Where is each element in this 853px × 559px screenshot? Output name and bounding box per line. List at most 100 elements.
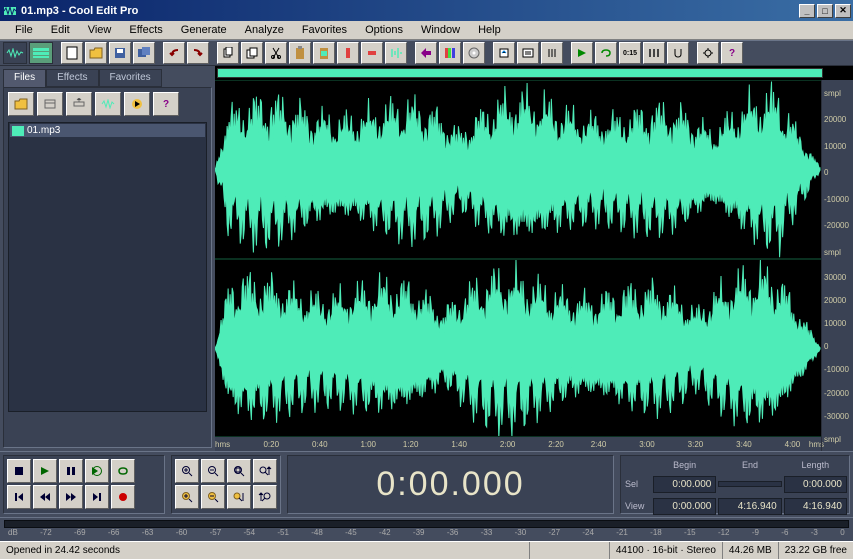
sel-length[interactable]: 0:00.000 — [784, 476, 847, 493]
redo-button[interactable] — [187, 42, 209, 64]
new-button[interactable] — [61, 42, 83, 64]
props-button[interactable] — [517, 42, 539, 64]
help-panel-button[interactable]: ? — [153, 92, 179, 116]
maximize-button[interactable]: □ — [817, 4, 833, 18]
copy-new-button[interactable] — [217, 42, 239, 64]
tab-effects[interactable]: Effects — [46, 69, 98, 87]
time-ruler[interactable]: hms0:200:401:001:201:402:002:202:403:003… — [215, 437, 821, 451]
status-message: Opened in 24.42 seconds — [0, 542, 530, 559]
snap-button[interactable] — [667, 42, 689, 64]
spectral-button[interactable] — [439, 42, 461, 64]
waveform-icon — [12, 126, 24, 136]
zoom-to-selection-button[interactable] — [253, 459, 277, 483]
sel-end[interactable] — [718, 481, 781, 487]
zoom-in-v-button[interactable] — [175, 485, 199, 509]
zoom-out-v-button[interactable] — [201, 485, 225, 509]
zoom-in-button[interactable] — [175, 459, 199, 483]
zoom-controls — [171, 455, 281, 514]
edit-view-mode[interactable] — [3, 42, 27, 64]
time-display[interactable]: 0:00.000 — [287, 455, 614, 514]
sel-label: Sel — [623, 479, 651, 489]
save-button[interactable] — [109, 42, 131, 64]
close-file-button[interactable] — [37, 92, 63, 116]
trim-button[interactable] — [337, 42, 359, 64]
workspace: FilesEffectsFavorites ? 01.mp3 — [0, 66, 853, 451]
menu-window[interactable]: Window — [412, 22, 469, 38]
status-free: 23.22 GB free — [779, 542, 853, 559]
file-item[interactable]: 01.mp3 — [10, 124, 205, 137]
go-start-button[interactable] — [7, 485, 31, 509]
menu-file[interactable]: File — [6, 22, 42, 38]
paste-button[interactable] — [289, 42, 311, 64]
transport-controls — [3, 455, 165, 514]
pause-button[interactable] — [59, 459, 83, 483]
help-button-tb[interactable]: ? — [721, 42, 743, 64]
menu-analyze[interactable]: Analyze — [236, 22, 293, 38]
sel-begin[interactable]: 0:00.000 — [653, 476, 716, 493]
menu-favorites[interactable]: Favorites — [293, 22, 356, 38]
zoom-sel-left-button[interactable] — [227, 485, 251, 509]
range-panel: Begin End Length Sel 0:00.000 0:00.000 V… — [620, 455, 850, 514]
menu-generate[interactable]: Generate — [172, 22, 236, 38]
status-format: 44100 · 16-bit · Stereo — [610, 542, 723, 559]
convert-button[interactable] — [415, 42, 437, 64]
time-format-button[interactable]: 0:15 — [619, 42, 641, 64]
waveform-left-channel[interactable] — [215, 80, 821, 259]
tab-files[interactable]: Files — [3, 69, 46, 87]
level-meter[interactable]: dB-72-69-66-63-60-57-54-51-48-45-42-39-3… — [0, 517, 853, 541]
edit-file-button[interactable] — [95, 92, 121, 116]
import-file-button[interactable] — [8, 92, 34, 116]
batch-button[interactable] — [133, 42, 155, 64]
insert-track-button[interactable] — [66, 92, 92, 116]
copy-button[interactable] — [241, 42, 263, 64]
waveform-right-channel[interactable] — [215, 259, 821, 438]
window-title: 01.mp3 - Cool Edit Pro — [21, 5, 797, 17]
cd-button[interactable] — [463, 42, 485, 64]
overview-bar[interactable] — [217, 68, 823, 78]
menu-effects[interactable]: Effects — [120, 22, 171, 38]
play-loop-button[interactable] — [111, 459, 135, 483]
zoom-sel-right-button[interactable] — [253, 485, 277, 509]
menubar: FileEditViewEffectsGenerateAnalyzeFavori… — [0, 21, 853, 40]
menu-options[interactable]: Options — [356, 22, 412, 38]
forward-button[interactable] — [59, 485, 83, 509]
mixer-button[interactable] — [541, 42, 563, 64]
file-name: 01.mp3 — [27, 125, 60, 136]
minimize-button[interactable]: _ — [799, 4, 815, 18]
multitrack-mode[interactable] — [29, 42, 53, 64]
lower-dock: 0:00.000 Begin End Length Sel 0:00.000 0… — [0, 451, 853, 517]
bars-button[interactable] — [643, 42, 665, 64]
auto-play-button[interactable] — [124, 92, 150, 116]
settings-button[interactable] — [697, 42, 719, 64]
view-end[interactable]: 4:16.940 — [718, 498, 781, 515]
loop-button-tb[interactable] — [595, 42, 617, 64]
left-panel: FilesEffectsFavorites ? 01.mp3 — [0, 66, 215, 451]
play-to-end-button[interactable] — [85, 459, 109, 483]
file-list[interactable]: 01.mp3 — [8, 122, 207, 412]
view-label: View — [623, 501, 651, 511]
stop-button[interactable] — [7, 459, 31, 483]
go-end-button[interactable] — [85, 485, 109, 509]
view-begin[interactable]: 0:00.000 — [653, 498, 716, 515]
record-button[interactable] — [111, 485, 135, 509]
open-button[interactable] — [85, 42, 107, 64]
undo-button[interactable] — [163, 42, 185, 64]
delete-button[interactable] — [361, 42, 383, 64]
rewind-button[interactable] — [33, 485, 57, 509]
view-length[interactable]: 4:16.940 — [784, 498, 847, 515]
menu-edit[interactable]: Edit — [42, 22, 79, 38]
time-value: 0:00.000 — [376, 465, 524, 504]
markers-button[interactable] — [493, 42, 515, 64]
titlebar: 01.mp3 - Cool Edit Pro _ □ ✕ — [0, 0, 853, 21]
menu-help[interactable]: Help — [469, 22, 510, 38]
close-button[interactable]: ✕ — [835, 4, 851, 18]
mix-paste-button[interactable] — [313, 42, 335, 64]
cut-button[interactable] — [265, 42, 287, 64]
normalize-button[interactable] — [385, 42, 407, 64]
tab-favorites[interactable]: Favorites — [99, 69, 162, 87]
zoom-full-button[interactable] — [227, 459, 251, 483]
play-button-tb[interactable] — [571, 42, 593, 64]
play-button[interactable] — [33, 459, 57, 483]
zoom-out-button[interactable] — [201, 459, 225, 483]
menu-view[interactable]: View — [79, 22, 121, 38]
